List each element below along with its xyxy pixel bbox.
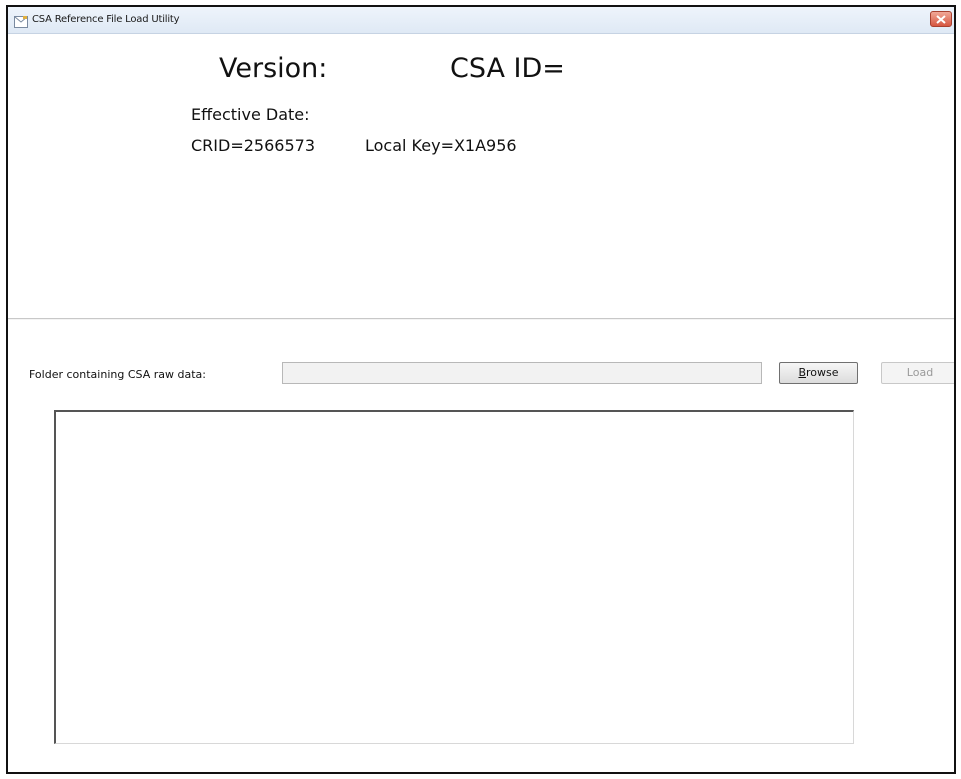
main-window: CSA Reference File Load Utility Version:… — [6, 5, 956, 774]
browse-button[interactable]: Browse — [779, 362, 858, 384]
effective-date-label: Effective Date: — [191, 105, 310, 124]
browse-label-rest: rowse — [806, 366, 839, 379]
folder-path-input[interactable] — [282, 362, 762, 384]
csa-id-label: CSA ID= — [450, 53, 565, 84]
local-key-label: Local Key=X1A956 — [365, 136, 517, 155]
section-divider — [8, 318, 954, 320]
folder-label: Folder containing CSA raw data: — [29, 368, 206, 381]
load-button[interactable]: Load — [881, 362, 954, 384]
close-button[interactable] — [930, 11, 952, 27]
version-label: Version: — [219, 53, 328, 84]
app-icon — [14, 13, 28, 28]
crid-label: CRID=2566573 — [191, 136, 315, 155]
log-output-area[interactable] — [54, 410, 854, 744]
browse-accelerator: B — [798, 366, 807, 379]
title-bar[interactable]: CSA Reference File Load Utility — [8, 7, 954, 34]
window-title: CSA Reference File Load Utility — [32, 14, 180, 25]
